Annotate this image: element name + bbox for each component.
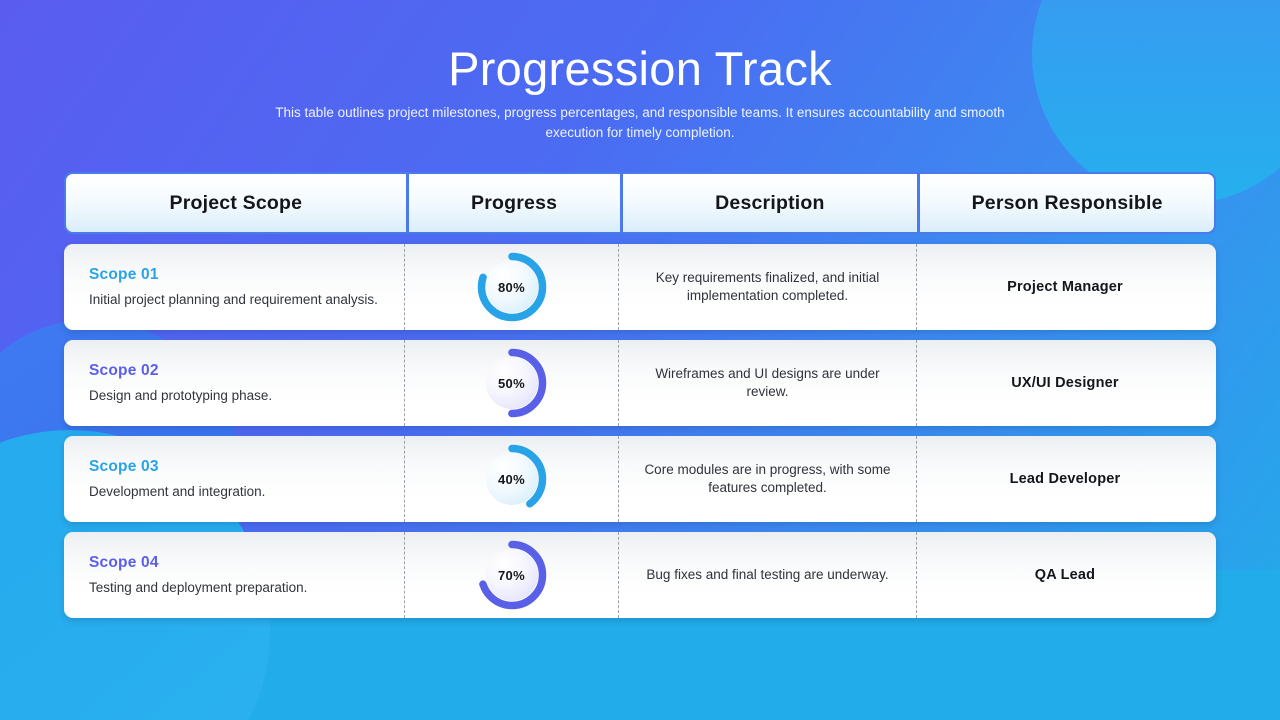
scope-description: Design and prototyping phase. bbox=[89, 388, 273, 403]
cell-person-responsible: QA Lead bbox=[916, 532, 1213, 618]
column-header-project-scope: Project Scope bbox=[169, 191, 303, 214]
page-title: Progression Track bbox=[448, 42, 832, 95]
table-header-row: Project Scope Progress Description Perso… bbox=[64, 172, 1216, 234]
cell-description: Key requirements finalized, and initial … bbox=[618, 244, 916, 330]
progress-donut-chart: 80% bbox=[477, 252, 547, 322]
cell-project-scope: Scope 04 Testing and deployment preparat… bbox=[64, 532, 404, 618]
scope-title: Scope 04 bbox=[89, 554, 159, 571]
cell-project-scope: Scope 03 Development and integration. bbox=[64, 436, 404, 522]
table-row[interactable]: Scope 01 Initial project planning and re… bbox=[64, 244, 1216, 330]
cell-description: Bug fixes and final testing are underway… bbox=[618, 532, 916, 618]
cell-progress: 80% bbox=[404, 244, 618, 330]
table-row[interactable]: Scope 02 Design and prototyping phase. 5… bbox=[64, 340, 1216, 426]
column-header-description: Description bbox=[619, 174, 918, 232]
scope-title: Scope 01 bbox=[89, 266, 159, 283]
progress-donut-chart: 50% bbox=[477, 348, 547, 418]
progress-value-label: 70% bbox=[485, 549, 538, 601]
scope-description: Initial project planning and requirement… bbox=[89, 292, 378, 307]
progression-table: Project Scope Progress Description Perso… bbox=[64, 172, 1216, 618]
cell-progress: 40% bbox=[404, 436, 618, 522]
progress-donut-chart: 40% bbox=[477, 444, 547, 514]
cell-person-responsible: Lead Developer bbox=[916, 436, 1213, 522]
cell-project-scope: Scope 02 Design and prototyping phase. bbox=[64, 340, 404, 426]
scope-title: Scope 02 bbox=[89, 362, 159, 379]
progress-value-label: 50% bbox=[485, 357, 538, 409]
progress-value-label: 40% bbox=[485, 453, 538, 505]
cell-project-scope: Scope 01 Initial project planning and re… bbox=[64, 244, 404, 330]
page-subtitle: This table outlines project milestones, … bbox=[275, 105, 1005, 140]
column-header-progress: Progress bbox=[405, 174, 620, 232]
cell-person-responsible: UX/UI Designer bbox=[916, 340, 1213, 426]
progress-value-label: 80% bbox=[485, 261, 538, 313]
column-header-person-responsible: Person Responsible bbox=[917, 174, 1214, 232]
cell-person-responsible: Project Manager bbox=[916, 244, 1213, 330]
cell-description: Wireframes and UI designs are under revi… bbox=[618, 340, 916, 426]
table-row[interactable]: Scope 04 Testing and deployment preparat… bbox=[64, 532, 1216, 618]
cell-description: Core modules are in progress, with some … bbox=[618, 436, 916, 522]
cell-progress: 70% bbox=[404, 532, 618, 618]
scope-description: Development and integration. bbox=[89, 484, 266, 499]
scope-title: Scope 03 bbox=[89, 458, 159, 475]
progress-donut-chart: 70% bbox=[477, 540, 547, 610]
scope-description: Testing and deployment preparation. bbox=[89, 580, 308, 595]
table-row[interactable]: Scope 03 Development and integration. 40… bbox=[64, 436, 1216, 522]
cell-progress: 50% bbox=[404, 340, 618, 426]
table-body: Scope 01 Initial project planning and re… bbox=[64, 244, 1216, 618]
